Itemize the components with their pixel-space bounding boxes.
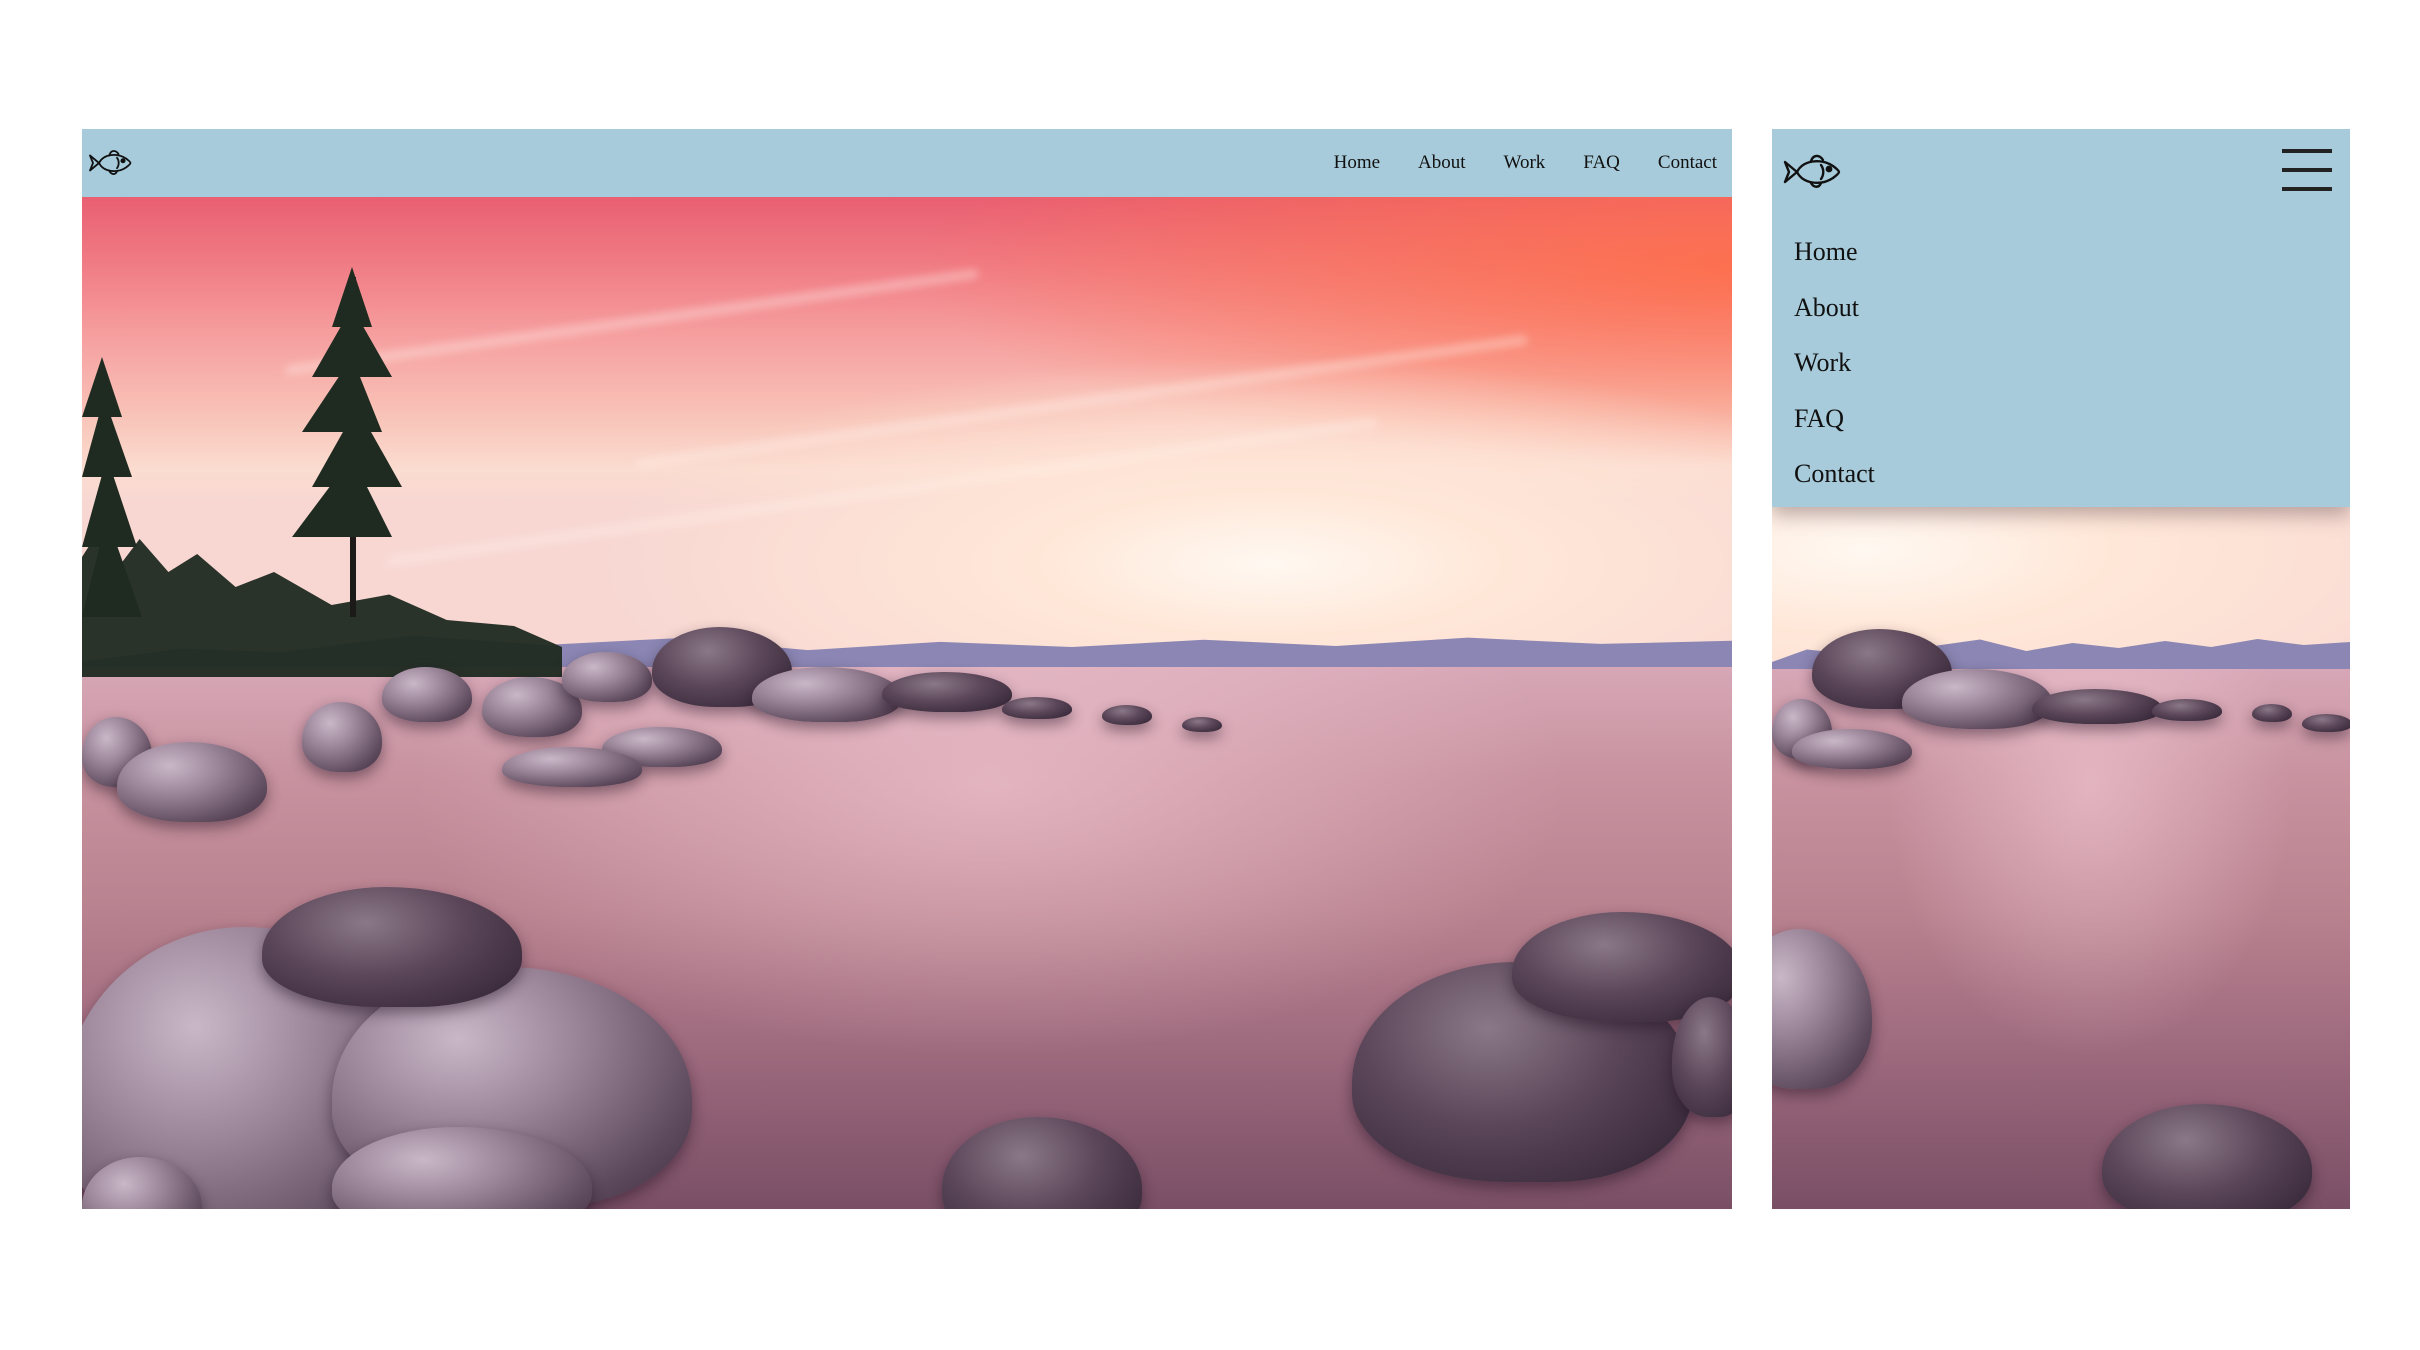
nav-link-contact[interactable]: Contact bbox=[1658, 152, 1717, 174]
mobile-nav-link-faq[interactable]: FAQ bbox=[1794, 391, 1875, 447]
hero-image bbox=[82, 197, 1732, 1209]
nav-link-about[interactable]: About bbox=[1418, 152, 1466, 174]
nav-link-work[interactable]: Work bbox=[1504, 152, 1546, 174]
desktop-nav-links: Home About Work FAQ Contact bbox=[1334, 129, 1717, 197]
nav-link-home[interactable]: Home bbox=[1334, 152, 1380, 174]
desktop-preview: Home About Work FAQ Contact bbox=[82, 129, 1732, 1209]
desktop-navbar: Home About Work FAQ Contact bbox=[82, 129, 1732, 197]
mobile-nav-link-about[interactable]: About bbox=[1794, 280, 1875, 336]
mobile-nav-link-work[interactable]: Work bbox=[1794, 335, 1875, 391]
mobile-nav-link-home[interactable]: Home bbox=[1794, 224, 1875, 280]
mobile-dropdown-menu: Home About Work FAQ Contact bbox=[1772, 129, 2350, 507]
nav-link-faq[interactable]: FAQ bbox=[1583, 152, 1620, 174]
mobile-nav-links: Home About Work FAQ Contact bbox=[1794, 224, 1875, 502]
hamburger-menu-icon[interactable] bbox=[2282, 149, 2332, 193]
fish-icon[interactable] bbox=[1781, 144, 1845, 200]
mobile-nav-link-contact[interactable]: Contact bbox=[1794, 446, 1875, 502]
fish-icon[interactable] bbox=[87, 139, 135, 187]
mobile-preview: Home About Work FAQ Contact bbox=[1772, 129, 2350, 1209]
